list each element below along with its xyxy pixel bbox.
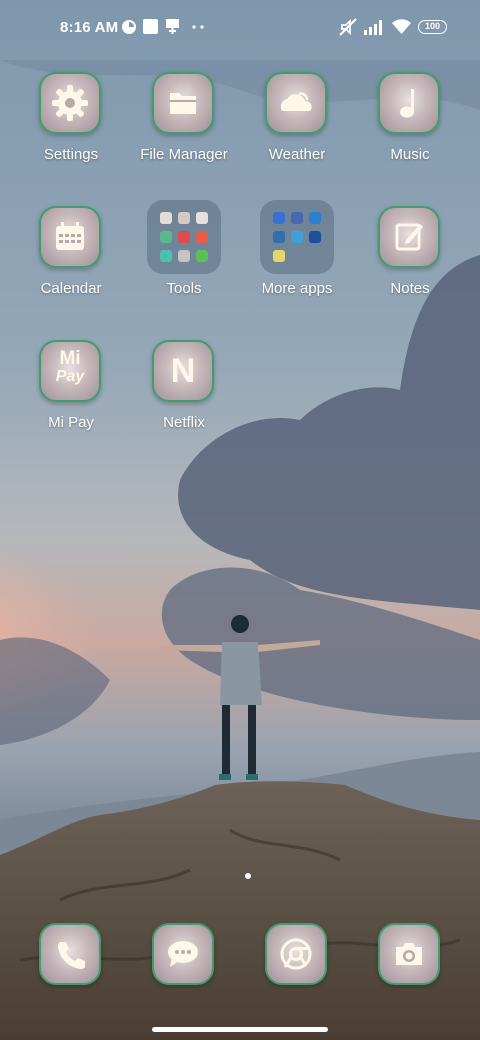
tools-folder[interactable] xyxy=(147,200,221,274)
folder-app-mini-icon xyxy=(196,250,208,262)
folder-app-mini-icon xyxy=(273,231,285,243)
mi-pay-logo-bottom: Pay xyxy=(55,368,85,385)
notes-icon xyxy=(395,223,423,251)
more-apps-label: More apps xyxy=(261,280,333,297)
weather-icon xyxy=(280,92,312,111)
weather-app-icon[interactable] xyxy=(265,72,327,134)
mi-pay-label: Mi Pay xyxy=(48,414,94,431)
notification-square-icon xyxy=(143,19,158,34)
folder-app-mini-icon xyxy=(291,231,303,243)
folder-app-mini-icon xyxy=(178,250,190,262)
more-dots-icon xyxy=(192,25,204,29)
file-manager-app-icon[interactable] xyxy=(152,72,214,134)
chrome-icon xyxy=(280,938,312,970)
folder-app-mini-icon xyxy=(178,231,190,243)
folder-app-mini-icon xyxy=(160,250,172,262)
folder-app-mini-icon xyxy=(160,231,172,243)
signal-icon xyxy=(364,20,382,35)
netflix-label: Netflix xyxy=(163,414,205,431)
calendar-label: Calendar xyxy=(40,280,102,297)
folder-app-mini-icon xyxy=(291,212,303,224)
folder-app-mini-icon xyxy=(160,212,172,224)
dock-phone-app-icon[interactable] xyxy=(39,923,101,985)
calendar-app-icon[interactable] xyxy=(39,206,101,268)
download-icon xyxy=(166,19,179,34)
netflix-app-icon[interactable]: N xyxy=(152,340,214,402)
mi-pay-icon: Mi Pay xyxy=(41,348,99,386)
data-saver-icon xyxy=(122,20,136,34)
phone-icon xyxy=(58,942,85,969)
calendar-icon xyxy=(56,222,84,250)
settings-app-icon[interactable] xyxy=(39,72,101,134)
dock-messages-app-icon[interactable] xyxy=(152,923,214,985)
folder-app-mini-icon xyxy=(309,231,321,243)
folder-app-mini-icon xyxy=(196,231,208,243)
mi-pay-logo-top: Mi xyxy=(59,348,81,369)
camera-icon xyxy=(396,943,422,965)
folder-app-mini-icon xyxy=(178,212,190,224)
mute-icon xyxy=(339,18,357,36)
folder-app-mini-icon xyxy=(273,250,285,262)
music-app-icon[interactable] xyxy=(378,72,440,134)
more-apps-folder[interactable] xyxy=(260,200,334,274)
status-time: 8:16 AM xyxy=(60,19,119,36)
messages-icon xyxy=(168,941,198,967)
battery-level: 100 xyxy=(424,21,441,31)
folder-app-mini-icon xyxy=(273,212,285,224)
notes-label: Notes xyxy=(390,280,430,297)
netflix-icon: N xyxy=(170,352,196,390)
tools-label: Tools xyxy=(166,280,202,297)
mi-pay-app-icon[interactable]: Mi Pay xyxy=(39,340,101,402)
battery-icon: 100 xyxy=(418,20,447,34)
music-label: Music xyxy=(390,146,430,163)
dock-camera-app-icon[interactable] xyxy=(378,923,440,985)
page-indicator-dot xyxy=(245,873,251,879)
folder-app-mini-icon xyxy=(196,212,208,224)
wifi-icon xyxy=(392,19,411,34)
settings-label: Settings xyxy=(43,146,99,163)
music-note-icon xyxy=(400,89,414,118)
home-gesture-bar[interactable] xyxy=(152,1027,328,1032)
gear-icon xyxy=(52,85,88,121)
weather-label: Weather xyxy=(268,146,326,163)
folder-app-mini-icon xyxy=(309,212,321,224)
file-manager-label: File Manager xyxy=(140,146,228,163)
status-bar: 8:16 AM 100 xyxy=(0,0,480,56)
notes-app-icon[interactable] xyxy=(378,206,440,268)
dock-chrome-app-icon[interactable] xyxy=(265,923,327,985)
folder-icon xyxy=(170,93,196,114)
